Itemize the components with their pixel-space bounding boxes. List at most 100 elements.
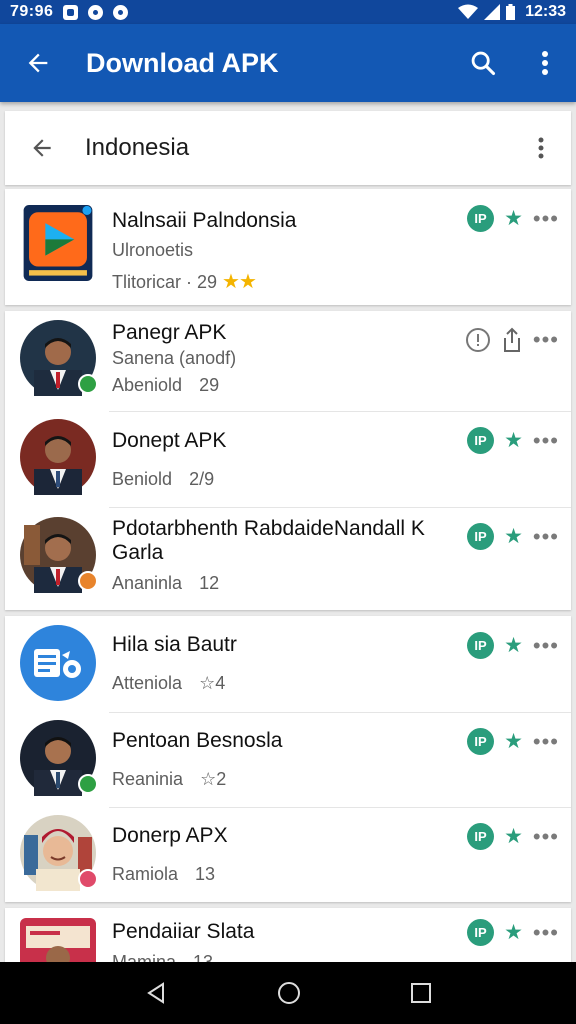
install-badge-icon[interactable]: IP xyxy=(467,632,495,659)
verified-badge-icon xyxy=(78,774,98,794)
app-name: Pdotarbhenth RabdaideNandall K Garla xyxy=(112,517,425,564)
more-horiz-icon[interactable]: ••• xyxy=(533,825,559,848)
app-meta: Atteniola ☆4 xyxy=(112,673,421,694)
more-vert-icon xyxy=(542,51,548,75)
more-horiz-icon[interactable]: ••• xyxy=(533,730,559,753)
install-badge-icon[interactable]: IP xyxy=(467,205,495,232)
more-vert-icon xyxy=(538,137,544,159)
app-rating: 13 xyxy=(193,952,214,962)
search-button[interactable] xyxy=(452,49,514,77)
favorite-star-icon[interactable]: ★ xyxy=(504,208,523,229)
list-item[interactable]: Pendaiiar Slata Mamina 13 IP ★ ••• xyxy=(5,908,571,962)
app-bar: Download APK xyxy=(0,24,576,102)
favorite-star-icon[interactable]: ★ xyxy=(504,731,523,752)
app-name: Hila sia Bautr xyxy=(112,633,237,656)
app-list-group-1: Panegr APK Sanena (anodf) Abeniold 29 ••… xyxy=(5,311,571,610)
wifi-icon xyxy=(458,4,479,19)
search-icon xyxy=(471,51,496,76)
list-item-info: Pendaiiar Slata Mamina 13 xyxy=(112,920,421,962)
overflow-menu-button[interactable] xyxy=(514,50,576,76)
share-icon[interactable] xyxy=(501,327,523,353)
back-button[interactable] xyxy=(0,49,76,77)
app-rating: 12 xyxy=(199,573,220,593)
app-category: Mamina xyxy=(112,952,177,962)
rating-stars: ★★ xyxy=(222,271,257,293)
app-meta: Abeniold 29 xyxy=(112,375,421,396)
category-menu-button[interactable] xyxy=(511,137,571,159)
app-meta: Ramiola 13 xyxy=(112,864,421,885)
arrow-left-icon xyxy=(28,53,48,73)
category-back-button[interactable] xyxy=(5,135,79,161)
list-item[interactable]: Pdotarbhenth RabdaideNandall K Garla Ana… xyxy=(5,507,571,610)
more-horiz-icon[interactable]: ••• xyxy=(533,525,559,548)
app-title: Download APK xyxy=(86,47,279,78)
install-badge-icon[interactable]: IP xyxy=(467,523,495,550)
install-badge-icon[interactable]: IP xyxy=(467,728,495,755)
app-category: Ramiola xyxy=(112,864,179,884)
app-rating: ☆4 xyxy=(199,673,226,693)
app-name: Panegr APK xyxy=(112,321,227,344)
favorite-star-icon[interactable]: ★ xyxy=(504,526,523,547)
system-nav-bar xyxy=(0,962,576,1024)
list-item-actions: IP ★ ••• xyxy=(467,523,559,550)
verified-badge-icon xyxy=(78,374,98,394)
status-time-left: 79:96 xyxy=(10,3,54,20)
avatar xyxy=(20,625,96,701)
badge-icon xyxy=(78,571,98,591)
avatar xyxy=(20,720,98,796)
favorite-star-icon[interactable]: ★ xyxy=(504,430,523,451)
info-icon[interactable] xyxy=(465,327,491,353)
list-item[interactable]: Panegr APK Sanena (anodf) Abeniold 29 ••… xyxy=(5,311,571,411)
list-item[interactable]: Hila sia Bautr Atteniola ☆4 IP ★ ••• xyxy=(5,616,571,712)
list-item-actions: IP ★ ••• xyxy=(467,427,559,454)
favorite-star-icon[interactable]: ★ xyxy=(504,826,523,847)
app-meta-text: Tlitoricar · 29 xyxy=(112,272,218,292)
app-name: Pentoan Besnosla xyxy=(112,729,283,752)
list-item-info: Donept APK Beniold 2/9 xyxy=(112,429,421,490)
install-badge-icon[interactable]: IP xyxy=(467,823,495,850)
list-item-actions: IP ★ ••• xyxy=(467,823,559,850)
app-subtitle: Sanena (anodf) xyxy=(112,348,237,368)
app-meta: Reaninia ☆2 xyxy=(112,769,421,790)
install-badge-icon[interactable]: IP xyxy=(467,427,495,454)
list-item-actions: ••• xyxy=(465,327,559,353)
app-name: Donerp APX xyxy=(112,824,228,847)
install-badge-icon[interactable]: IP xyxy=(467,919,495,946)
favorite-star-icon[interactable]: ★ xyxy=(504,922,523,943)
app-rating: 13 xyxy=(195,864,216,884)
app-name: Donept APK xyxy=(112,429,227,452)
notification-icon xyxy=(113,4,129,20)
app-category: Abeniold xyxy=(112,375,183,395)
nav-home-icon[interactable] xyxy=(277,981,301,1005)
more-horiz-icon[interactable]: ••• xyxy=(533,429,559,452)
featured-app-card[interactable]: Nalnsaii Palndonsia Ulronoetis Tlitorica… xyxy=(5,189,571,305)
more-horiz-icon[interactable]: ••• xyxy=(533,329,559,351)
more-horiz-icon[interactable]: ••• xyxy=(533,634,559,657)
app-rating: 2/9 xyxy=(189,469,215,489)
status-time-right: 12:33 xyxy=(525,3,566,20)
app-meta: Mamina 13 xyxy=(112,952,421,962)
more-horiz-icon[interactable]: ••• xyxy=(533,921,559,944)
list-item[interactable]: Pentoan Besnosla Reaninia ☆2 IP ★ ••• xyxy=(5,712,571,807)
app-category: Atteniola xyxy=(112,673,183,693)
list-item[interactable]: Donept APK Beniold 2/9 IP ★ ••• xyxy=(5,411,571,507)
favorite-star-icon[interactable]: ★ xyxy=(504,635,523,656)
list-item-info: Donerp APX Ramiola 13 xyxy=(112,824,421,885)
signal-icon xyxy=(484,4,501,20)
nav-back-icon[interactable] xyxy=(144,981,168,1005)
list-item-info: Pentoan Besnosla Reaninia ☆2 xyxy=(112,729,421,790)
avatar xyxy=(20,815,98,891)
app-subtitle: Ulronoetis xyxy=(112,240,194,260)
more-horiz-icon[interactable]: ••• xyxy=(533,207,559,230)
list-item-actions: IP ★ ••• xyxy=(467,728,559,755)
featured-app-info: Nalnsaii Palndonsia Ulronoetis Tlitorica… xyxy=(112,209,421,294)
app-icon xyxy=(23,205,93,281)
nav-recents-icon[interactable] xyxy=(410,982,432,1004)
app-category: Reaninia xyxy=(112,769,184,789)
app-name: Nalnsaii Palndonsia xyxy=(112,209,297,232)
badge-icon xyxy=(78,869,98,889)
app-meta: Ananinla 12 xyxy=(112,573,431,594)
category-title: Indonesia xyxy=(85,134,190,161)
list-item[interactable]: Donerp APX Ramiola 13 IP ★ ••• xyxy=(5,807,571,902)
app-meta: Tlitoricar · 29 ★★ xyxy=(112,269,421,294)
